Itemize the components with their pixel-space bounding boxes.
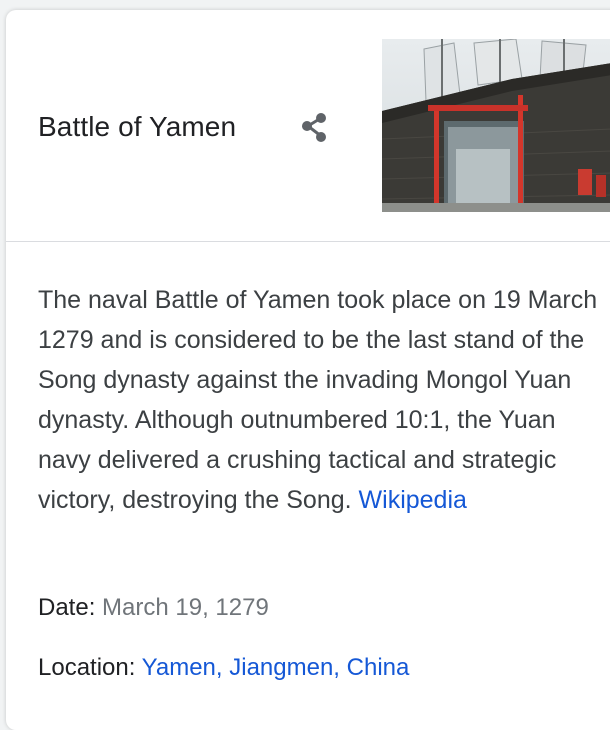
header-divider (6, 241, 610, 242)
panel-header: Battle of Yamen (6, 10, 610, 242)
knowledge-panel-card: Battle of Yamen The naval Battle of Yame… (6, 10, 610, 730)
description: The naval Battle of Yamen took place on … (38, 280, 598, 520)
panel-image[interactable] (382, 39, 610, 212)
fact-date: Date: March 19, 1279 (38, 594, 269, 622)
fact-location: Location: Yamen, Jiangmen, China (38, 654, 409, 682)
share-icon[interactable] (297, 110, 331, 144)
description-text: The naval Battle of Yamen took place on … (38, 286, 598, 514)
date-label: Date: (38, 594, 96, 621)
wikipedia-link[interactable]: Wikipedia (359, 486, 467, 514)
location-link[interactable]: Yamen, Jiangmen, China (142, 654, 410, 681)
location-label: Location: (38, 654, 136, 681)
date-value: March 19, 1279 (102, 594, 269, 621)
panel-title: Battle of Yamen (38, 111, 237, 142)
